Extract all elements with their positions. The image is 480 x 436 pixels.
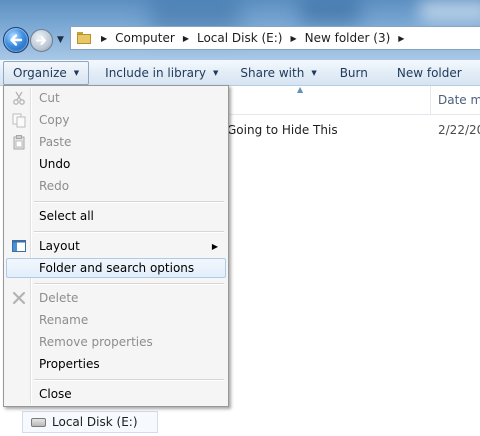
window-title-area: ▼ ▶ Computer ▶ Local Disk (E:) ▶ New fol… (0, 0, 480, 60)
chevron-down-icon: ▼ (73, 68, 80, 77)
menu-item-cut[interactable]: Cut (6, 88, 226, 108)
menu-item-close[interactable]: Close (6, 384, 226, 404)
breadcrumb-separator-icon[interactable]: ▶ (398, 34, 404, 43)
column-header: ▲ Date m (230, 85, 480, 115)
menu-item-label: Undo (39, 157, 71, 171)
breadcrumb-computer[interactable]: Computer (115, 31, 175, 45)
menu-item-delete[interactable]: Delete (6, 288, 226, 308)
recent-pages-dropdown-icon[interactable]: ▼ (57, 35, 64, 45)
folder-icon (77, 32, 91, 44)
menu-item-label: Remove properties (39, 335, 153, 349)
menu-item-redo[interactable]: Redo (6, 176, 226, 196)
menu-item-label: Copy (39, 113, 70, 127)
menu-item-select-all[interactable]: Select all (6, 206, 226, 226)
menu-separator (34, 231, 224, 233)
menu-item-remove-properties[interactable]: Remove properties (6, 332, 226, 352)
share-with-label: Share with (240, 65, 305, 80)
chevron-down-icon: ▼ (311, 68, 317, 77)
menu-separator (34, 201, 224, 203)
menu-item-folder-and-search-options[interactable]: Folder and search options (6, 258, 226, 278)
background-blur (420, 0, 480, 22)
organize-label: Organize (13, 65, 67, 80)
paste-icon (13, 135, 25, 150)
menu-item-paste[interactable]: Paste (6, 132, 226, 152)
layout-icon (12, 240, 26, 252)
breadcrumb-local-disk[interactable]: Local Disk (E:) (197, 31, 283, 45)
new-folder-label: New folder (396, 65, 462, 80)
back-button[interactable] (3, 27, 29, 53)
command-bar: Organize ▼ Include in library ▼ Share wi… (0, 60, 480, 86)
menu-item-label: Select all (39, 209, 94, 223)
nav-item-local-disk[interactable]: Local Disk (E:) (22, 411, 158, 433)
forward-arrow-icon (36, 36, 46, 45)
burn-button[interactable]: Burn (331, 60, 377, 85)
breadcrumb-new-folder[interactable]: New folder (3) (305, 31, 391, 45)
background-blur (300, 0, 360, 26)
menu-item-label: Rename (39, 313, 89, 327)
delete-icon (12, 291, 26, 305)
include-in-library-button[interactable]: Include in library ▼ (96, 60, 227, 85)
back-arrow-icon (10, 34, 23, 46)
menu-item-label: Paste (39, 135, 72, 149)
menu-item-label: Layout (39, 239, 80, 253)
organize-menu: Cut Copy Paste Undo Redo Select all Layo… (3, 85, 229, 407)
organize-button[interactable]: Organize ▼ (3, 60, 90, 85)
breadcrumb-separator-icon[interactable]: ▶ (183, 34, 189, 43)
column-divider[interactable] (430, 86, 431, 114)
new-folder-button[interactable]: New folder (388, 60, 471, 85)
forward-button[interactable] (30, 29, 53, 52)
file-name[interactable]: Going to Hide This (227, 123, 338, 137)
breadcrumb: ▶ Computer ▶ Local Disk (E:) ▶ New folde… (97, 27, 412, 49)
file-date: 2/22/20 (438, 123, 480, 137)
drive-icon (31, 417, 46, 427)
submenu-arrow-icon: ▶ (211, 241, 218, 251)
sort-ascending-icon: ▲ (297, 85, 304, 94)
include-in-library-label: Include in library (105, 65, 207, 80)
menu-item-label: Close (39, 387, 72, 401)
address-bar[interactable]: ▶ Computer ▶ Local Disk (E:) ▶ New folde… (70, 26, 480, 50)
breadcrumb-separator-icon[interactable]: ▶ (101, 34, 107, 43)
breadcrumb-separator-icon[interactable]: ▶ (290, 34, 296, 43)
menu-item-properties[interactable]: Properties (6, 354, 226, 374)
menu-item-label: Delete (39, 291, 79, 305)
menu-separator (34, 283, 224, 285)
menu-item-rename[interactable]: Rename (6, 310, 226, 330)
burn-label: Burn (339, 65, 368, 80)
cut-icon (13, 91, 25, 105)
menu-item-label: Redo (39, 179, 70, 193)
menu-item-undo[interactable]: Undo (6, 154, 226, 174)
column-date-modified[interactable]: Date m (438, 93, 480, 107)
share-with-button[interactable]: Share with ▼ (231, 60, 325, 85)
chevron-down-icon: ▼ (213, 68, 219, 77)
nav-item-label: Local Disk (E:) (52, 415, 138, 429)
copy-icon (12, 113, 26, 128)
menu-item-layout[interactable]: Layout ▶ (6, 236, 226, 256)
menu-separator (34, 379, 224, 381)
menu-item-label: Folder and search options (39, 261, 195, 275)
menu-item-label: Cut (39, 91, 60, 105)
menu-item-label: Properties (39, 357, 100, 371)
menu-item-copy[interactable]: Copy (6, 110, 226, 130)
